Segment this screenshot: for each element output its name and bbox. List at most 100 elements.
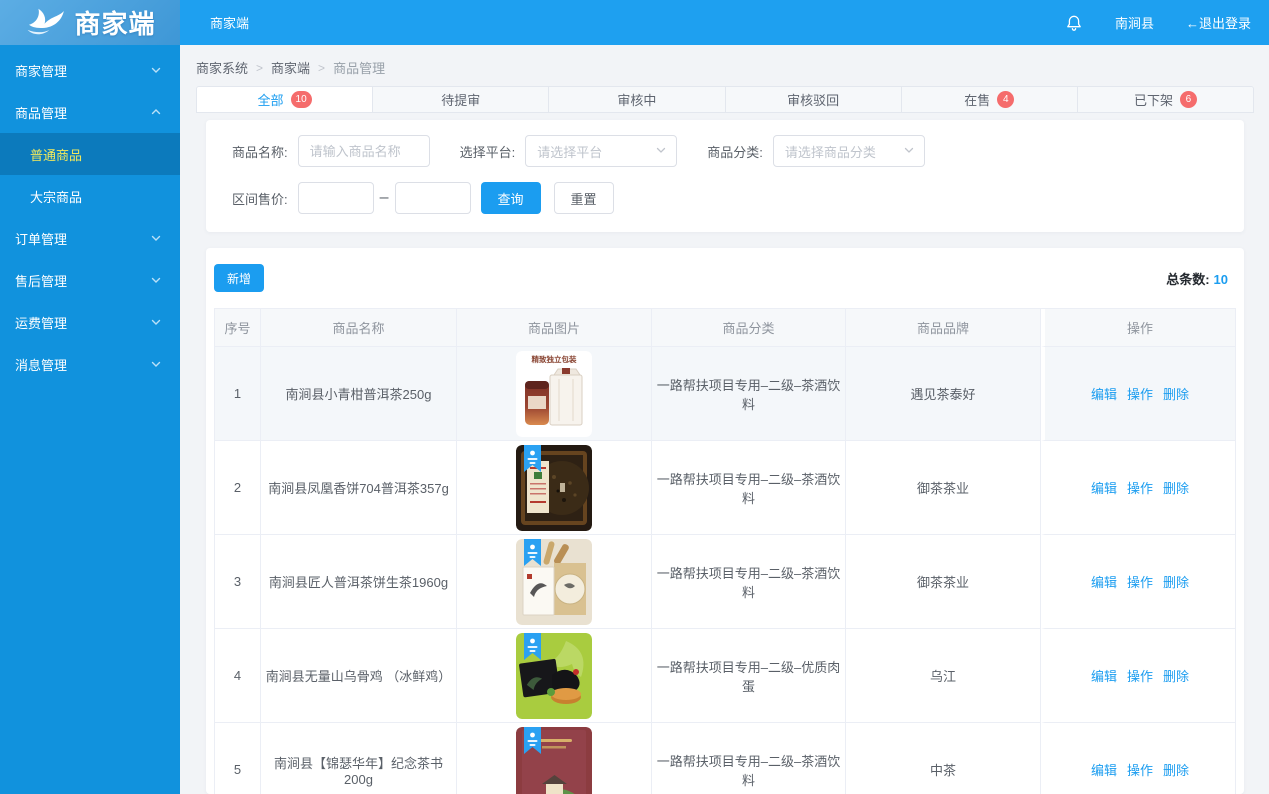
sidebar-item-2[interactable]: 订单管理 <box>0 217 180 259</box>
delete-link[interactable]: 删除 <box>1163 481 1189 496</box>
tab-5[interactable]: 已下架 6 <box>1077 87 1253 112</box>
tab-0[interactable]: 全部 10 <box>197 87 374 112</box>
col-header-0: 序号 <box>215 309 261 347</box>
reset-button[interactable]: 重置 <box>553 182 614 214</box>
filter-panel: 商品名称: 选择平台: 请选择平台 商品分类: 请选择商品分类 <box>206 120 1244 232</box>
chevron-up-icon <box>150 106 162 118</box>
row-index: 3 <box>215 535 261 629</box>
edit-link[interactable]: 编辑 <box>1091 481 1117 496</box>
delete-link[interactable]: 删除 <box>1163 669 1189 684</box>
edit-link[interactable]: 编辑 <box>1091 575 1117 590</box>
edit-link[interactable]: 编辑 <box>1091 763 1117 778</box>
tab-2[interactable]: 审核中 <box>549 87 726 112</box>
status-tabs: 全部 10 待提审 审核中 审核驳回 在售 4 已下架 6 <box>196 86 1254 113</box>
platform-select[interactable]: 请选择平台 <box>525 135 678 167</box>
sidebar-item-3[interactable]: 售后管理 <box>0 259 180 301</box>
breadcrumb-separator: > <box>256 60 264 75</box>
product-image <box>516 538 592 625</box>
svg-text:精致独立包装: 精致独立包装 <box>532 354 577 364</box>
sidebar-item-5[interactable]: 消息管理 <box>0 343 180 385</box>
logo: 商家端 <box>0 0 180 45</box>
swan-icon <box>24 4 66 41</box>
category-select-placeholder: 请选择商品分类 <box>784 144 876 160</box>
logout-button[interactable]: ←退出登录 <box>1186 13 1251 32</box>
product-image <box>516 444 592 531</box>
col-header-3: 商品分类 <box>652 309 846 347</box>
row-index: 4 <box>215 629 261 723</box>
products-table-wrap: 序号 商品名称 商品图片 商品分类 商品品牌 操作 1 南涧县小青柑普洱茶250g 精致独… <box>214 308 1236 794</box>
product-image <box>516 632 592 719</box>
topbar-title: 商家端 <box>210 16 250 31</box>
sidebar-item-label: 商家管理 <box>15 63 68 79</box>
logo-text: 商家端 <box>74 9 156 39</box>
sidebar-nav: 商家管理 商品管理 普通商品 大宗商品订单管理 售后管理 运费管理 消息管理 <box>0 45 180 385</box>
chevron-down-icon <box>655 144 667 159</box>
product-category: 一路帮扶项目专用–二级–茶酒饮料 <box>652 723 846 794</box>
product-name: 南涧县【锦瑟华年】纪念茶书200g <box>261 723 457 794</box>
tab-4[interactable]: 在售 4 <box>901 87 1078 112</box>
operate-link[interactable]: 操作 <box>1127 763 1153 778</box>
chevron-down-icon <box>150 358 162 370</box>
chevron-down-icon <box>903 144 915 159</box>
sidebar-item-1[interactable]: 商品管理 <box>0 91 180 133</box>
row-index: 2 <box>215 441 261 535</box>
price-max-input[interactable] <box>394 182 471 214</box>
product-brand: 御茶茶业 <box>846 535 1041 629</box>
sidebar-item-label: 订单管理 <box>15 231 68 247</box>
topbar-right: 南涧县 ←退出登录 <box>1065 13 1269 32</box>
sidebar-item-0[interactable]: 商家管理 <box>0 49 180 91</box>
tab-label: 已下架 <box>1133 93 1173 108</box>
total-count-label: 总条数: <box>1166 271 1210 287</box>
bell-icon[interactable] <box>1065 14 1083 32</box>
product-image-cell <box>457 723 652 794</box>
product-name: 南涧县凤凰香饼704普洱茶357g <box>261 441 457 535</box>
topbar: 商家端 南涧县 ←退出登录 <box>180 0 1269 45</box>
sidebar-subitem-1-1[interactable]: 大宗商品 <box>0 175 180 217</box>
tab-count-badge: 10 <box>290 91 312 108</box>
chevron-down-icon <box>150 232 162 244</box>
breadcrumb-item-0[interactable]: 商家系统 <box>196 58 248 77</box>
breadcrumb: 商家系统 > 商家端 > 商品管理 <box>196 58 385 77</box>
product-image-cell <box>457 629 652 723</box>
sidebar-item-label: 售后管理 <box>15 273 68 289</box>
total-count-value: 10 <box>1213 271 1228 287</box>
product-name-input[interactable] <box>297 135 430 167</box>
operate-link[interactable]: 操作 <box>1127 575 1153 590</box>
col-header-4: 商品品牌 <box>846 309 1041 347</box>
add-button[interactable]: 新增 <box>214 264 265 292</box>
app-root: 商家端 商家管理 商品管理 普通商品 大宗商品订单管理 售后管理 运费管理 消息管… <box>0 0 1269 794</box>
row-actions: 编辑 操作 删除 <box>1041 535 1235 629</box>
operate-link[interactable]: 操作 <box>1127 481 1153 496</box>
category-select[interactable]: 请选择商品分类 <box>772 135 925 167</box>
sidebar-item-label: 运费管理 <box>15 315 68 331</box>
edit-link[interactable]: 编辑 <box>1091 669 1117 684</box>
tab-1[interactable]: 待提审 <box>373 87 550 112</box>
tab-label: 审核中 <box>617 93 657 108</box>
delete-link[interactable]: 删除 <box>1163 387 1189 402</box>
edit-link[interactable]: 编辑 <box>1091 387 1117 402</box>
tab-label: 审核驳回 <box>787 93 840 108</box>
platform-select-placeholder: 请选择平台 <box>537 144 603 160</box>
operate-link[interactable]: 操作 <box>1127 669 1153 684</box>
delete-link[interactable]: 删除 <box>1163 763 1189 778</box>
chevron-down-icon <box>150 64 162 76</box>
tab-3[interactable]: 审核驳回 <box>725 87 902 112</box>
row-index: 5 <box>215 723 261 794</box>
delete-link[interactable]: 删除 <box>1163 575 1189 590</box>
tab-label: 全部 <box>257 93 284 108</box>
table-row: 5 南涧县【锦瑟华年】纪念茶书200g 一路帮扶项目专用–二级–茶酒饮料 中茶 … <box>215 723 1235 794</box>
sidebar-item-4[interactable]: 运费管理 <box>0 301 180 343</box>
tab-count-badge: 6 <box>1179 91 1197 108</box>
total-count: 总条数: 10 <box>1166 269 1236 288</box>
col-header-2: 商品图片 <box>457 309 652 347</box>
col-header-1: 商品名称 <box>261 309 457 347</box>
breadcrumb-item-1[interactable]: 商家端 <box>271 58 310 77</box>
sidebar: 商家端 商家管理 商品管理 普通商品 大宗商品订单管理 售后管理 运费管理 消息管… <box>0 0 180 794</box>
breadcrumb-separator: > <box>318 60 326 75</box>
sidebar-subitem-1-0[interactable]: 普通商品 <box>0 133 180 175</box>
product-image-cell: 精致独立包装 <box>457 347 652 441</box>
row-actions: 编辑 操作 删除 <box>1041 441 1235 535</box>
price-min-input[interactable] <box>297 182 374 214</box>
search-button[interactable]: 查询 <box>480 182 541 214</box>
operate-link[interactable]: 操作 <box>1127 387 1153 402</box>
